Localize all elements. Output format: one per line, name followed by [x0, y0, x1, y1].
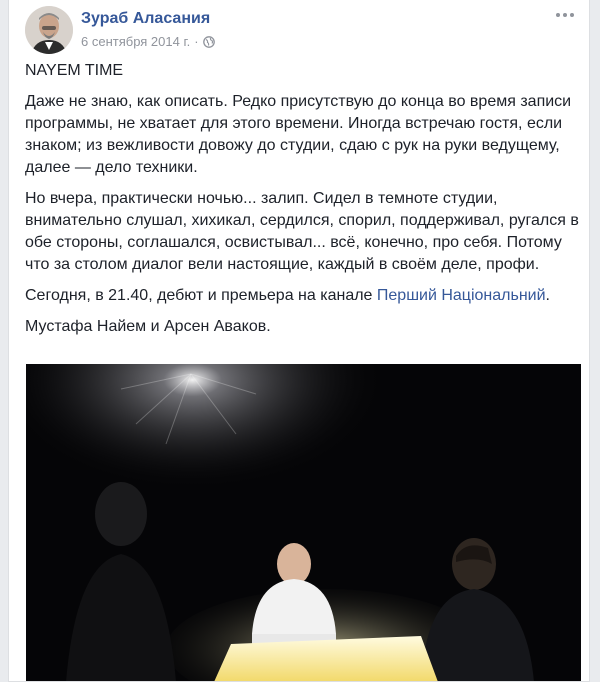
post-date[interactable]: 6 сентября 2014 г. — [81, 34, 190, 49]
post-card: Зураб Аласания 6 сентября 2014 г. · NAYE… — [8, 0, 590, 682]
paragraph-text: . — [545, 287, 550, 304]
post-paragraph: Мустафа Найем и Арсен Аваков. — [25, 318, 271, 335]
post-title-line: NAYEM TIME — [25, 62, 124, 79]
post-photo[interactable] — [26, 364, 581, 681]
meta-separator: · — [194, 34, 199, 49]
author-name[interactable]: Зураб Аласания — [81, 10, 210, 28]
channel-link[interactable]: Перший Національний — [377, 287, 546, 304]
post-paragraph: Сегодня, в 21.40, дебют и премьера на ка… — [25, 285, 581, 307]
paragraph-text: Сегодня, в 21.40, дебют и премьера на ка… — [25, 287, 377, 304]
post-body: NAYEM TIME Даже не знаю, как описать. Ре… — [25, 60, 581, 347]
post-meta: 6 сентября 2014 г. · — [81, 34, 215, 49]
author-avatar[interactable] — [25, 6, 73, 54]
post-paragraph: Даже не знаю, как описать. Редко присутс… — [25, 93, 572, 176]
more-options-icon[interactable] — [553, 8, 577, 22]
post-header: Зураб Аласания 6 сентября 2014 г. · — [25, 6, 577, 56]
globe-icon[interactable] — [202, 35, 215, 48]
post-paragraph: Но вчера, практически ночью... залип. Си… — [25, 190, 579, 273]
